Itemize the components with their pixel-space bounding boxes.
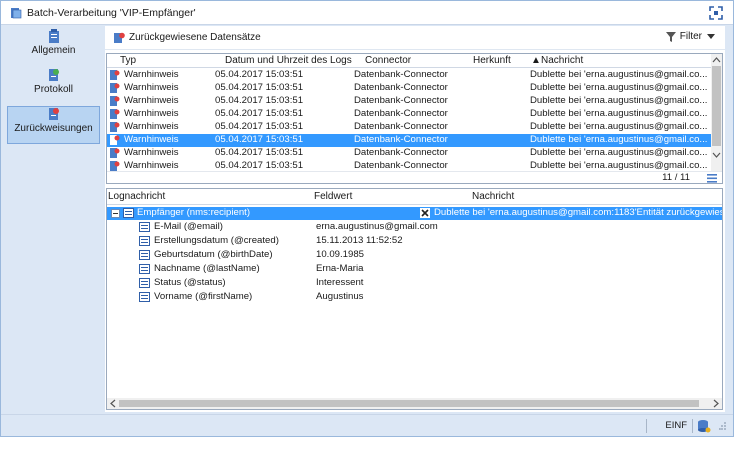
rejection-icon xyxy=(114,32,125,43)
scroll-left-icon[interactable] xyxy=(108,398,118,409)
column-header-nachricht[interactable]: Nachricht xyxy=(541,55,583,66)
batch-window: Batch-Verarbeitung 'VIP-Empfänger' Allge… xyxy=(0,0,734,437)
field-icon xyxy=(139,222,150,232)
status-divider xyxy=(692,419,693,433)
sidebar: Allgemein Protokoll Zurückweisungen xyxy=(3,26,102,414)
tree-field-row[interactable]: Geburtsdatum (@birthDate) 10.09.1985 xyxy=(107,249,722,262)
table-row[interactable]: Warnhinweis 05.04.2017 15:03:51 Datenban… xyxy=(107,95,713,108)
sort-ascending-icon: ▲ xyxy=(531,55,541,66)
expand-icon[interactable] xyxy=(709,6,723,20)
sidebar-item-label: Zurückweisungen xyxy=(14,123,93,134)
field-icon xyxy=(139,278,150,288)
menu-icon[interactable] xyxy=(707,174,717,183)
column-header-nachricht[interactable]: Nachricht xyxy=(472,191,514,202)
rejections-table: Typ Datum und Uhrzeit des Logs Connector… xyxy=(106,53,723,184)
sidebar-item-allgemein[interactable]: Allgemein xyxy=(7,29,100,67)
record-count: 11 / 11 xyxy=(662,172,690,183)
warning-record-icon xyxy=(110,70,120,80)
column-header-feldwert[interactable]: Feldwert xyxy=(314,191,352,202)
scroll-right-icon[interactable] xyxy=(711,398,721,409)
scrollbar-thumb[interactable] xyxy=(712,66,721,146)
toolbar: Zurückgewiesene Datensätze Filter xyxy=(105,26,725,50)
error-icon xyxy=(420,208,430,218)
chevron-down-icon xyxy=(707,33,715,39)
warning-record-icon xyxy=(110,109,120,119)
batch-icon xyxy=(11,7,22,18)
field-icon xyxy=(139,236,150,246)
insert-mode-indicator: EINF xyxy=(665,420,687,431)
warning-record-icon xyxy=(110,122,120,132)
filter-label: Filter xyxy=(679,31,702,42)
field-icon xyxy=(139,292,150,302)
tree-field-row[interactable]: Vorname (@firstName) Augustinus xyxy=(107,291,722,304)
main-panel: Zurückgewiesene Datensätze Filter Typ Da… xyxy=(105,26,725,412)
column-header-typ[interactable]: Typ xyxy=(120,55,136,66)
table-header: Typ Datum und Uhrzeit des Logs Connector… xyxy=(107,54,713,68)
rejected-records-label: Zurückgewiesene Datensätze xyxy=(129,32,261,43)
field-icon xyxy=(139,250,150,260)
window-title: Batch-Verarbeitung 'VIP-Empfänger' xyxy=(27,6,196,19)
resize-grip-icon[interactable] xyxy=(719,421,727,431)
scroll-down-icon[interactable] xyxy=(711,150,722,160)
clipboard-icon xyxy=(48,29,59,43)
tree-field-row[interactable]: E-Mail (@email) erna.augustinus@gmail.co… xyxy=(107,221,722,234)
sidebar-item-label: Allgemein xyxy=(31,45,76,56)
column-header-datum[interactable]: Datum und Uhrzeit des Logs xyxy=(225,55,352,66)
database-icon[interactable] xyxy=(697,419,711,433)
field-icon xyxy=(139,264,150,274)
filter-button[interactable]: Filter xyxy=(665,31,719,42)
detail-header: Lognachricht Feldwert Nachricht xyxy=(107,189,722,205)
sidebar-item-zurueckweisungen[interactable]: Zurückweisungen xyxy=(7,106,100,144)
warning-record-icon xyxy=(110,96,120,106)
warning-record-icon xyxy=(110,148,120,158)
log-icon xyxy=(48,69,59,81)
warning-record-icon xyxy=(110,135,120,145)
scroll-up-icon[interactable] xyxy=(711,55,722,65)
detail-horizontal-scrollbar[interactable] xyxy=(107,398,722,409)
table-row[interactable]: Warnhinweis 05.04.2017 15:03:51 Datenban… xyxy=(107,108,713,121)
table-row[interactable]: Warnhinweis 05.04.2017 15:03:51 Datenban… xyxy=(107,147,713,160)
rejection-icon xyxy=(48,108,59,120)
tree-field-row[interactable]: Erstellungsdatum (@created) 15.11.2013 1… xyxy=(107,235,722,248)
warning-record-icon xyxy=(110,83,120,93)
table-vertical-scrollbar[interactable] xyxy=(711,54,722,172)
table-row-selected[interactable]: Warnhinweis 05.04.2017 15:03:51 Datenban… xyxy=(107,134,713,147)
table-footer: 11 / 11 xyxy=(107,171,722,183)
title-bar: Batch-Verarbeitung 'VIP-Empfänger' xyxy=(1,1,733,25)
status-divider xyxy=(646,419,647,433)
column-header-herkunft[interactable]: Herkunft xyxy=(473,55,511,66)
table-row[interactable]: Warnhinweis 05.04.2017 15:03:51 Datenban… xyxy=(107,121,713,134)
tree-field-row[interactable]: Status (@status) Interessent xyxy=(107,277,722,290)
tree-field-row[interactable]: Nachname (@lastName) Erna-Maria xyxy=(107,263,722,276)
column-header-lognachricht[interactable]: Lognachricht xyxy=(108,191,165,202)
sidebar-item-protokoll[interactable]: Protokoll xyxy=(7,68,100,106)
entity-icon xyxy=(123,208,134,218)
tree-root-row[interactable]: Empfänger (nms:recipient) Dublette bei '… xyxy=(107,207,722,220)
scrollbar-thumb[interactable] xyxy=(119,400,699,407)
collapse-icon[interactable] xyxy=(111,209,120,218)
sidebar-item-label: Protokoll xyxy=(34,84,73,95)
detail-tree: Lognachricht Feldwert Nachricht Empfänge… xyxy=(106,188,723,410)
table-row[interactable]: Warnhinweis 05.04.2017 15:03:51 Datenban… xyxy=(107,69,713,82)
filter-icon xyxy=(665,31,676,42)
table-row[interactable]: Warnhinweis 05.04.2017 15:03:51 Datenban… xyxy=(107,82,713,95)
rejected-records-button[interactable]: Zurückgewiesene Datensätze xyxy=(114,32,261,44)
column-header-connector[interactable]: Connector xyxy=(365,55,411,66)
status-bar: EINF xyxy=(1,414,733,436)
